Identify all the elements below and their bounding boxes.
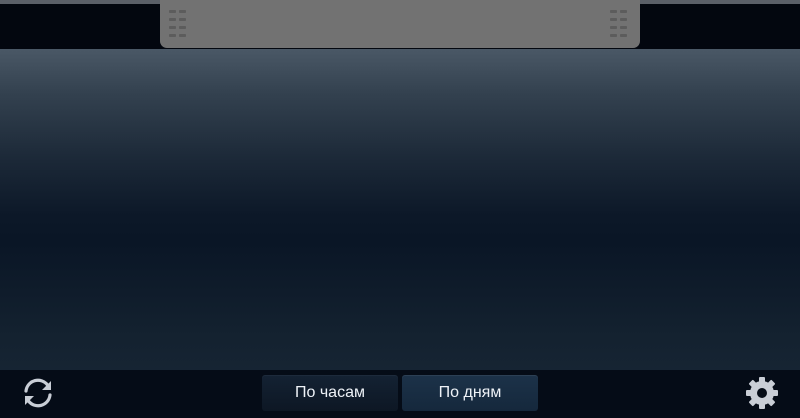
settings-button[interactable] [742, 373, 782, 413]
refresh-button[interactable] [18, 373, 58, 413]
grip-dots-icon [169, 10, 189, 39]
gear-icon [746, 377, 778, 409]
grip-dots-icon [610, 10, 630, 39]
by-days-button[interactable]: По дням [402, 375, 538, 411]
drag-handle-panel[interactable] [160, 0, 640, 48]
weather-widget-screen: По часам По дням [0, 0, 800, 418]
by-hours-button[interactable]: По часам [262, 375, 398, 411]
main-content-area [0, 49, 800, 370]
refresh-icon [24, 378, 52, 408]
bottom-toolbar [0, 370, 800, 418]
